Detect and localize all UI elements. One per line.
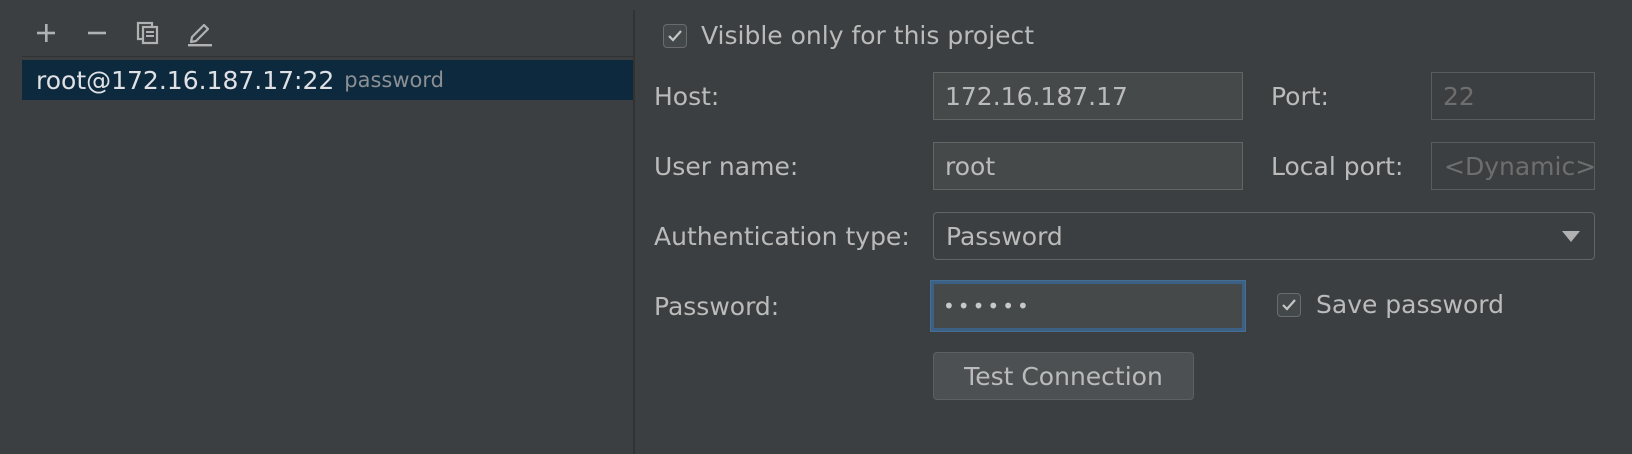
port-label: Port: (1271, 82, 1329, 111)
copy-icon[interactable] (130, 18, 166, 48)
save-password-label[interactable]: Save password (1316, 290, 1504, 320)
test-connection-button[interactable]: Test Connection (933, 352, 1194, 400)
server-list-panel: root@172.16.187.17:22 password (0, 0, 633, 454)
auth-type-value: Password (946, 221, 1063, 251)
visible-only-checkbox[interactable] (663, 24, 687, 48)
auth-type-select[interactable]: Password (933, 212, 1595, 260)
local-port-input[interactable]: <Dynamic> (1431, 142, 1595, 190)
port-input[interactable]: 22 (1431, 72, 1595, 120)
chevron-down-icon (1562, 231, 1580, 242)
password-label: Password: (654, 292, 780, 321)
server-name: root@172.16.187.17:22 (36, 65, 335, 95)
checkmark-icon (1282, 299, 1296, 311)
auth-type-label: Authentication type: (654, 222, 910, 251)
local-port-label: Local port: (1271, 152, 1404, 181)
server-list-toolbar (22, 10, 633, 57)
remove-icon[interactable] (79, 18, 115, 48)
save-password-checkbox[interactable] (1277, 293, 1301, 317)
host-label: Host: (654, 82, 720, 111)
server-auth-type: password (344, 68, 444, 92)
host-input[interactable]: 172.16.187.17 (933, 72, 1243, 120)
add-icon[interactable] (28, 18, 64, 48)
username-label: User name: (654, 152, 799, 181)
username-input[interactable]: root (933, 142, 1243, 190)
password-input[interactable]: •••••• (931, 281, 1245, 331)
edit-icon[interactable] (182, 18, 218, 48)
server-config-form: Visible only for this project Host: 172.… (635, 0, 1632, 454)
server-list-item[interactable]: root@172.16.187.17:22 password (22, 60, 633, 100)
visible-only-label[interactable]: Visible only for this project (701, 21, 1034, 51)
checkmark-icon (668, 30, 682, 42)
